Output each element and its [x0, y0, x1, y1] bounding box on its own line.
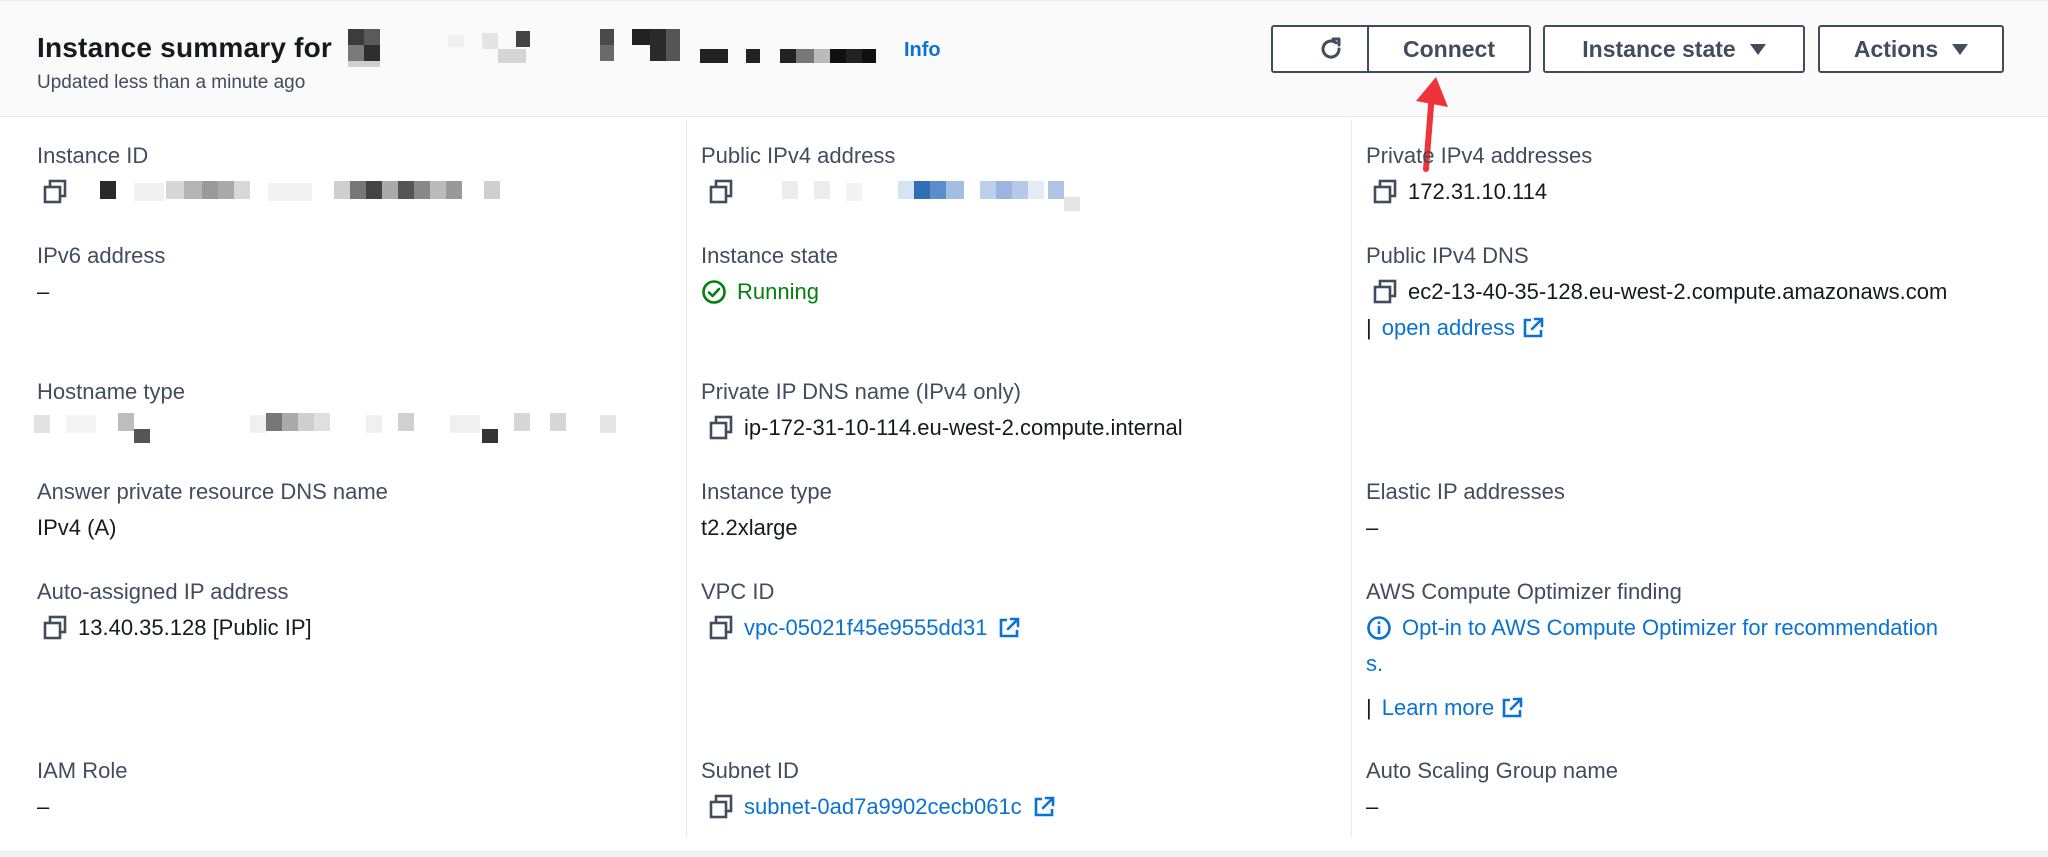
auto-ip-text: 13.40.35.128 [Public IP]: [78, 615, 312, 640]
elastic-ip-value: –: [1366, 515, 1379, 540]
open-address-link[interactable]: open address: [1382, 315, 1515, 341]
public-dns-label: Public IPv4 DNS: [1366, 243, 1529, 268]
copy-icon[interactable]: [1372, 179, 1398, 205]
asg-name-value: –: [1366, 794, 1379, 819]
instance-type-label: Instance type: [701, 479, 832, 504]
iam-role-value: –: [37, 794, 50, 819]
ipv6-value: –: [37, 279, 50, 304]
instance-state-value: Running: [701, 279, 819, 305]
elastic-ip-label: Elastic IP addresses: [1366, 479, 1565, 504]
answer-dns-value: IPv4 (A): [37, 515, 117, 540]
learn-more-row: | Learn more: [1366, 695, 1524, 721]
learn-more-link[interactable]: Learn more: [1382, 695, 1495, 721]
instance-id-label: Instance ID: [37, 143, 149, 168]
private-dns-value: ip-172-31-10-114.eu-west-2.compute.inter…: [708, 415, 1183, 441]
refresh-icon: [1321, 37, 1341, 59]
separator-bar: |: [1366, 315, 1372, 340]
external-link-icon[interactable]: [1521, 316, 1545, 340]
compute-optimizer-value: Opt-in to AWS Compute Optimizer for reco…: [1366, 615, 1938, 641]
copy-icon[interactable]: [708, 794, 734, 820]
connect-button-label: Connect: [1403, 35, 1495, 62]
private-dns-label: Private IP DNS name (IPv4 only): [701, 379, 1021, 404]
public-ipv4-label: Public IPv4 address: [701, 143, 896, 168]
instance-summary-panel: Instance summary for Info Updated less t…: [0, 0, 2048, 857]
auto-ip-label: Auto-assigned IP address: [37, 579, 289, 604]
instance-state-button[interactable]: Instance state: [1543, 25, 1805, 73]
answer-dns-label: Answer private resource DNS name: [37, 479, 388, 504]
ipv6-label: IPv6 address: [37, 243, 166, 268]
subnet-id-link[interactable]: subnet-0ad7a9902cecb061c: [744, 794, 1022, 820]
open-address-row: | open address: [1366, 315, 1545, 341]
private-dns-text: ip-172-31-10-114.eu-west-2.compute.inter…: [744, 415, 1183, 440]
column-divider: [1351, 119, 1352, 837]
subnet-id-label: Subnet ID: [701, 758, 799, 783]
caret-down-icon: [1749, 43, 1766, 55]
info-link[interactable]: Info: [904, 39, 941, 62]
public-dns-value: ec2-13-40-35-128.eu-west-2.compute.amazo…: [1372, 279, 1947, 305]
copy-icon[interactable]: [42, 179, 68, 205]
instance-state-label: Instance state: [701, 243, 838, 268]
hostname-type-label: Hostname type: [37, 379, 185, 404]
info-icon: [1367, 616, 1391, 640]
instance-id-value: [42, 179, 68, 205]
compute-optimizer-link-continued[interactable]: s.: [1366, 651, 1383, 677]
asg-name-label: Auto Scaling Group name: [1366, 758, 1618, 783]
external-link-icon[interactable]: [997, 616, 1021, 640]
vpc-id-value: vpc-05021f45e9555dd31: [708, 615, 1021, 641]
private-ipv4-value: 172.31.10.114: [1372, 179, 1547, 205]
connect-button[interactable]: Connect: [1367, 25, 1531, 73]
instance-state-button-label: Instance state: [1582, 35, 1736, 62]
caret-down-icon: [1952, 43, 1969, 55]
actions-button[interactable]: Actions: [1818, 25, 2004, 73]
page-title: Instance summary for: [37, 32, 332, 63]
external-link-icon[interactable]: [1500, 696, 1524, 720]
copy-icon[interactable]: [708, 615, 734, 641]
separator-bar: |: [1366, 695, 1372, 720]
compute-optimizer-label: AWS Compute Optimizer finding: [1366, 579, 1682, 604]
public-ipv4-value: [708, 179, 734, 205]
column-divider: [686, 119, 687, 837]
status-ok-icon: [702, 280, 726, 304]
auto-ip-value: 13.40.35.128 [Public IP]: [42, 615, 312, 641]
updated-timestamp: Updated less than a minute ago: [37, 72, 306, 93]
copy-icon[interactable]: [1372, 279, 1398, 305]
external-link-icon[interactable]: [1032, 795, 1056, 819]
instance-type-value: t2.2xlarge: [701, 515, 798, 540]
private-ipv4-label: Private IPv4 addresses: [1366, 143, 1593, 168]
subnet-id-value: subnet-0ad7a9902cecb061c: [708, 794, 1056, 820]
copy-icon[interactable]: [708, 415, 734, 441]
compute-optimizer-link[interactable]: Opt-in to AWS Compute Optimizer for reco…: [1402, 615, 1938, 641]
public-dns-text: ec2-13-40-35-128.eu-west-2.compute.amazo…: [1408, 279, 1948, 304]
vpc-id-link[interactable]: vpc-05021f45e9555dd31: [744, 615, 987, 641]
iam-role-label: IAM Role: [37, 758, 128, 783]
instance-state-text: Running: [737, 279, 819, 304]
panel-bottom-border: [0, 851, 2048, 857]
redacted-instance-name: [348, 29, 888, 67]
copy-icon[interactable]: [42, 615, 68, 641]
private-ipv4-text: 172.31.10.114: [1408, 179, 1548, 204]
summary-header: Instance summary for Info Updated less t…: [0, 1, 2048, 117]
vpc-id-label: VPC ID: [701, 579, 775, 604]
actions-button-label: Actions: [1853, 35, 1939, 62]
copy-icon[interactable]: [708, 179, 734, 205]
